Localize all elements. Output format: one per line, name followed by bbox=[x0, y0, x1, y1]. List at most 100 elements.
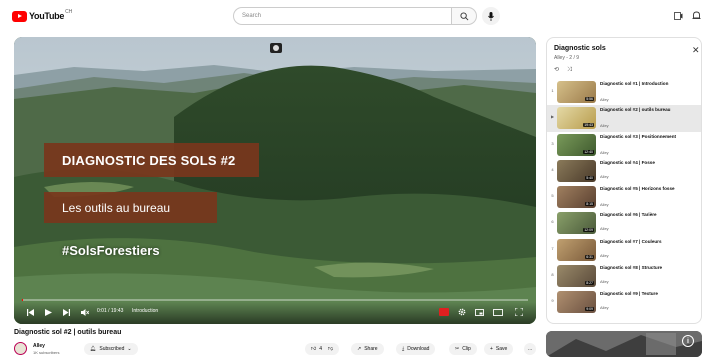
mic-icon bbox=[488, 11, 494, 21]
video-frame bbox=[14, 37, 536, 324]
playlist-panel: Diagnostic sols Alley - 2 / 9 ✕ ⟲ ⤨ 1 5:5… bbox=[546, 37, 702, 324]
channel-avatar[interactable] bbox=[14, 342, 27, 355]
channel-row: Alley 1K subscribers 🔔︎ Subscribed ⌄ 👍︎ … bbox=[14, 341, 544, 357]
playlist-items: 1 5:56 Diagnostic sol #1 | Introduction All… bbox=[547, 79, 701, 316]
playlist-item-duration: 5:56 bbox=[585, 97, 594, 101]
playlist-item-thumbnail: 5:40 bbox=[557, 159, 596, 182]
playlist-item-channel: Alley bbox=[600, 173, 609, 179]
playlist-item-title: Diagnostic sol #1 | Introduction bbox=[600, 81, 669, 86]
playlist-item-title: Diagnostic sol #6 | Tarière bbox=[600, 212, 657, 218]
more-actions-button[interactable]: ... bbox=[524, 343, 537, 355]
playlist-item-duration: 19:43 bbox=[583, 123, 594, 128]
playlist-item[interactable]: 5 8:15 Diagnostic sol #5 | Horizons fosse A… bbox=[547, 184, 701, 210]
logo-text: YouTube bbox=[29, 11, 65, 21]
mute-button[interactable] bbox=[80, 307, 89, 317]
channel-name[interactable]: Alley bbox=[33, 343, 45, 349]
logo-country: CH bbox=[65, 9, 73, 15]
fullscreen-button[interactable] bbox=[514, 307, 523, 317]
camera-icon bbox=[270, 43, 282, 53]
playlist-item-thumbnail: 8:27 bbox=[557, 265, 596, 288]
download-icon: ⤓ bbox=[402, 346, 405, 352]
like-button[interactable]: 👍︎ 4 👎︎ bbox=[305, 343, 340, 355]
playlist-item[interactable]: 4 5:40 Diagnostic sol #4 | Fosse Alley bbox=[547, 158, 701, 184]
notifications-button[interactable] bbox=[690, 10, 702, 22]
playlist-item-channel: Alley bbox=[600, 226, 609, 232]
settings-button[interactable] bbox=[457, 307, 466, 317]
playlist-item[interactable]: 3 12:40 Diagnostic sol #3 | Positionnement… bbox=[547, 132, 701, 158]
search-button[interactable] bbox=[451, 7, 477, 25]
create-icon bbox=[673, 12, 682, 20]
previous-button[interactable] bbox=[26, 307, 34, 317]
subscribed-button[interactable]: 🔔︎ Subscribed ⌄ bbox=[84, 343, 138, 355]
playlist-item-index: 6 bbox=[551, 219, 554, 225]
chapter-title[interactable]: Introduction bbox=[132, 308, 158, 314]
playlist-item-index: 9 bbox=[551, 298, 554, 304]
thumbnail-image bbox=[546, 331, 702, 357]
theater-mode-button[interactable] bbox=[493, 307, 503, 317]
playlist-item[interactable]: 8 8:27 Diagnostic sol #8 | Structure Alley bbox=[547, 263, 701, 289]
playlist-item-thumbnail: 8:15 bbox=[557, 186, 596, 209]
play-icon bbox=[44, 308, 52, 316]
playlist-item-duration: 12:09 bbox=[583, 228, 594, 233]
youtube-logo[interactable]: YouTube CH bbox=[12, 9, 73, 22]
playlist-item-duration: 12:40 bbox=[583, 149, 594, 154]
fullscreen-icon bbox=[514, 308, 523, 316]
playlist-item[interactable]: 1 5:56 Diagnostic sol #1 | Introduction All… bbox=[547, 79, 701, 105]
next-button[interactable] bbox=[62, 307, 70, 317]
playlist-item[interactable]: ▶ 19:43 Diagnostic sol #2 | outils bureau A… bbox=[547, 105, 701, 132]
overlay-title: DIAGNOSTIC DES SOLS #2 bbox=[44, 143, 259, 177]
playlist-item[interactable]: 9 9:09 Diagnostic sol #9 | Texture Alley bbox=[547, 289, 701, 315]
info-icon[interactable]: i bbox=[682, 335, 694, 347]
progress-bar[interactable] bbox=[22, 299, 528, 301]
playlist-item-index: 8 bbox=[551, 272, 554, 278]
playlist-item-thumbnail: 19:43 bbox=[557, 107, 596, 130]
playlist-item-index: 7 bbox=[551, 245, 554, 251]
like-count: 4 bbox=[319, 346, 323, 352]
download-button[interactable]: ⤓ Download bbox=[396, 343, 436, 355]
playlist-title[interactable]: Diagnostic sols bbox=[554, 45, 606, 52]
playlist-controls: ⟲ ⤨ bbox=[554, 66, 572, 74]
loop-icon[interactable]: ⟲ bbox=[554, 67, 559, 73]
playlist-item-channel: Alley bbox=[600, 252, 609, 258]
clip-button[interactable]: ✂ Clip bbox=[449, 343, 477, 355]
search-input[interactable]: Search bbox=[233, 7, 451, 25]
playlist-item-title: Diagnostic sol #5 | Horizons fosse bbox=[600, 186, 675, 192]
playlist-item-thumbnail: 9:09 bbox=[557, 291, 596, 314]
playlist-item-channel: Alley bbox=[600, 279, 609, 285]
playlist-item-thumbnail: 12:09 bbox=[557, 212, 596, 235]
playlist-item-channel: Alley bbox=[600, 97, 609, 102]
miniplayer-button[interactable] bbox=[475, 307, 484, 317]
playlist-item-channel: Alley bbox=[600, 149, 609, 155]
voice-search-button[interactable] bbox=[482, 7, 500, 25]
miniplayer-icon bbox=[475, 308, 484, 316]
playlist-item-index: 1 bbox=[551, 88, 554, 93]
playlist-item-duration: 5:40 bbox=[585, 175, 594, 180]
time-display: 0:01 / 19:43 bbox=[97, 308, 124, 314]
video-player[interactable]: DIAGNOSTIC DES SOLS #2 Les outils au bur… bbox=[14, 37, 536, 324]
playlist-item-title: Diagnostic sol #9 | Texture bbox=[600, 291, 658, 297]
playlist-item-thumbnail: 5:56 bbox=[557, 81, 596, 103]
playlist-item-duration: 8:27 bbox=[585, 281, 594, 286]
recommended-video-thumbnail[interactable]: i bbox=[546, 331, 702, 357]
overlay-hashtag: #SolsForestiers bbox=[62, 243, 160, 258]
clip-label: Clip bbox=[462, 346, 471, 352]
create-button[interactable] bbox=[672, 10, 684, 22]
subtitles-button[interactable] bbox=[439, 308, 449, 316]
save-button[interactable]: + Save bbox=[484, 343, 514, 355]
playlist-item-title: Diagnostic sol #4 | Fosse bbox=[600, 159, 655, 165]
theater-icon bbox=[493, 308, 503, 316]
playlist-subtitle: Alley - 2 / 9 bbox=[554, 55, 580, 61]
add-playlist-icon: + bbox=[490, 346, 493, 352]
playlist-item[interactable]: 7 6:31 Diagnostic sol #7 | Couleurs Alley bbox=[547, 237, 701, 263]
masthead: YouTube CH Search bbox=[0, 0, 702, 32]
save-label: Save bbox=[495, 346, 508, 352]
playlist-item-channel: Alley bbox=[600, 202, 609, 208]
shuffle-icon[interactable]: ⤨ bbox=[567, 67, 572, 73]
share-button[interactable]: ↗ Share bbox=[351, 343, 384, 355]
playlist-item[interactable]: 6 12:09 Diagnostic sol #6 | Tarière Alley bbox=[547, 210, 701, 236]
play-button[interactable] bbox=[44, 307, 52, 317]
video-title: Diagnostic sol #2 | outils bureau bbox=[14, 329, 122, 336]
channel-subscribers: 1K subscribers bbox=[33, 350, 60, 355]
download-label: Download bbox=[407, 346, 430, 352]
close-icon[interactable]: ✕ bbox=[692, 45, 700, 56]
